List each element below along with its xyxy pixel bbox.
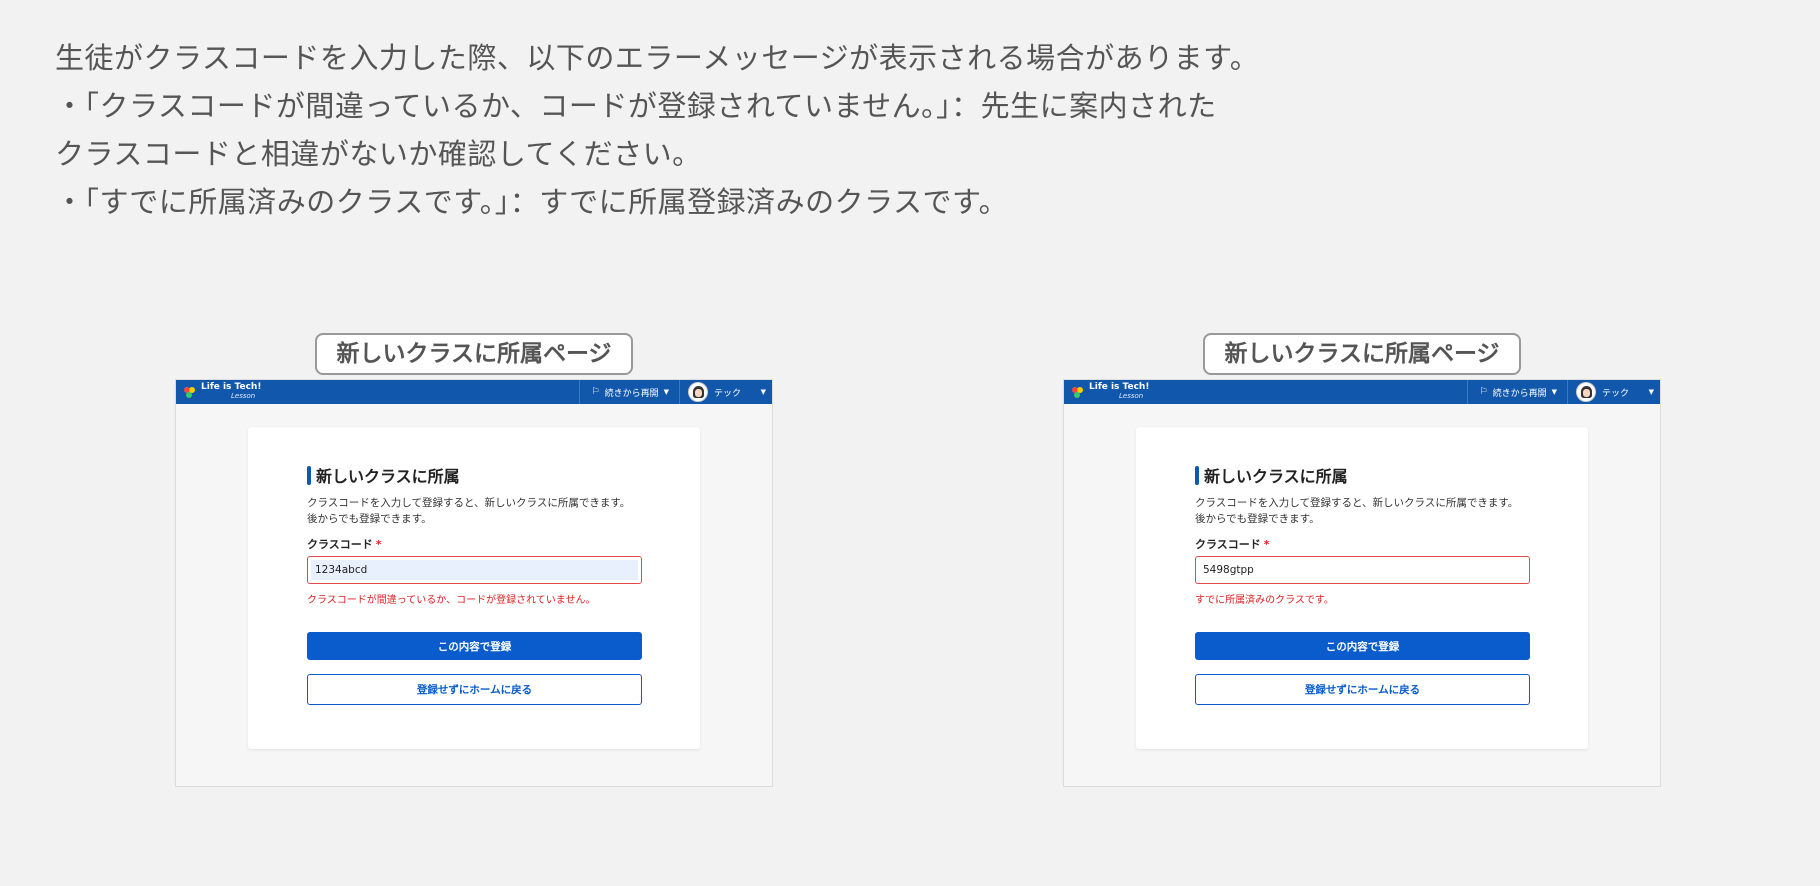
resume-menu-button[interactable]: ⚐ 続きから再開 ▼ xyxy=(578,380,679,404)
title-accent-bar xyxy=(307,465,311,485)
field-label: クラスコード * xyxy=(307,536,642,552)
screenshot-panel-already-joined: 新しいクラスに所属ページ Life is Tech! Lesson ⚐ 続きから… xyxy=(1063,333,1661,787)
resume-label: 続きから再開 xyxy=(1492,388,1547,399)
logo-sub-text: Lesson xyxy=(231,392,256,400)
field-label-text: クラスコード xyxy=(1195,538,1261,551)
chevron-down-icon: ▼ xyxy=(1648,388,1654,396)
class-code-input[interactable] xyxy=(1199,560,1526,580)
app-logo[interactable]: Life is Tech! Lesson xyxy=(176,383,579,401)
logo-sub-text: Lesson xyxy=(1119,392,1144,400)
error-message: クラスコードが間違っているか、コードが登録されていません。 xyxy=(307,595,596,606)
chevron-down-icon: ▼ xyxy=(760,388,766,396)
app-header: Life is Tech! Lesson ⚐ 続きから再開 ▼ テック ▼ xyxy=(1064,380,1660,404)
resume-menu-button[interactable]: ⚐ 続きから再開 ▼ xyxy=(1466,380,1567,404)
class-code-field xyxy=(1195,556,1530,584)
error-message: すでに所属済みのクラスです。 xyxy=(1195,595,1334,606)
card-title-text: 新しいクラスに所属 xyxy=(1204,467,1348,486)
flag-icon: ⚐ xyxy=(591,387,600,397)
join-class-card: 新しいクラスに所属 クラスコードを入力して登録すると、新しいクラスに所属できます… xyxy=(1136,427,1588,749)
intro-line: ・「クラスコードが間違っているか、コードが登録されていません。」：先生に案内され… xyxy=(55,89,1217,123)
panel-caption: 新しいクラスに所属ページ xyxy=(315,333,633,375)
app-header: Life is Tech! Lesson ⚐ 続きから再開 ▼ テック ▼ xyxy=(176,380,772,404)
card-title-text: 新しいクラスに所属 xyxy=(316,467,460,486)
class-code-field xyxy=(307,556,642,584)
field-label: クラスコード * xyxy=(1195,536,1530,552)
back-home-button[interactable]: 登録せずにホームに戻る xyxy=(1195,674,1530,705)
user-menu-button[interactable]: テック ▼ xyxy=(1567,380,1660,404)
flag-icon: ⚐ xyxy=(1479,387,1488,397)
intro-line: 生徒がクラスコードを入力した際、以下のエラーメッセージが表示される場合があります… xyxy=(55,41,1260,75)
card-description: クラスコードを入力して登録すると、新しいクラスに所属できます。 後からでも登録で… xyxy=(307,497,631,525)
required-mark: * xyxy=(1263,538,1270,551)
class-code-input[interactable] xyxy=(311,560,638,580)
submit-button[interactable]: この内容で登録 xyxy=(307,632,642,660)
submit-button[interactable]: この内容で登録 xyxy=(1195,632,1530,660)
panel-caption: 新しいクラスに所属ページ xyxy=(1203,333,1521,375)
app-screen: Life is Tech! Lesson ⚐ 続きから再開 ▼ テック ▼ 新し… xyxy=(175,379,773,787)
card-title: 新しいクラスに所属 xyxy=(307,463,642,487)
required-mark: * xyxy=(375,538,382,551)
logo-mark-icon xyxy=(1072,386,1083,398)
join-class-card: 新しいクラスに所属 クラスコードを入力して登録すると、新しいクラスに所属できます… xyxy=(248,427,700,749)
user-name: テック xyxy=(714,388,742,399)
back-home-button[interactable]: 登録せずにホームに戻る xyxy=(307,674,642,705)
instruction-text: 生徒がクラスコードを入力した際、以下のエラーメッセージが表示される場合があります… xyxy=(55,34,1555,226)
app-screen: Life is Tech! Lesson ⚐ 続きから再開 ▼ テック ▼ 新し… xyxy=(1063,379,1661,787)
avatar xyxy=(688,382,708,402)
logo-main-text: Life is Tech! xyxy=(1089,382,1150,392)
screenshot-panel-wrong-code: 新しいクラスに所属ページ Life is Tech! Lesson ⚐ 続きから… xyxy=(175,333,773,787)
chevron-down-icon: ▼ xyxy=(1551,388,1557,396)
avatar xyxy=(1576,382,1596,402)
card-description: クラスコードを入力して登録すると、新しいクラスに所属できます。 後からでも登録で… xyxy=(1195,497,1519,525)
field-label-text: クラスコード xyxy=(307,538,373,551)
intro-line: クラスコードと相違がないか確認してください。 xyxy=(55,137,702,171)
chevron-down-icon: ▼ xyxy=(663,388,669,396)
logo-mark-icon xyxy=(184,386,195,398)
title-accent-bar xyxy=(1195,465,1199,485)
app-logo[interactable]: Life is Tech! Lesson xyxy=(1064,383,1467,401)
user-menu-button[interactable]: テック ▼ xyxy=(679,380,772,404)
resume-label: 続きから再開 xyxy=(604,388,659,399)
logo-main-text: Life is Tech! xyxy=(201,382,262,392)
intro-line: ・「すでに所属済みのクラスです。」：すでに所属登録済みのクラスです。 xyxy=(55,185,1009,219)
user-name: テック xyxy=(1602,388,1630,399)
card-title: 新しいクラスに所属 xyxy=(1195,463,1530,487)
